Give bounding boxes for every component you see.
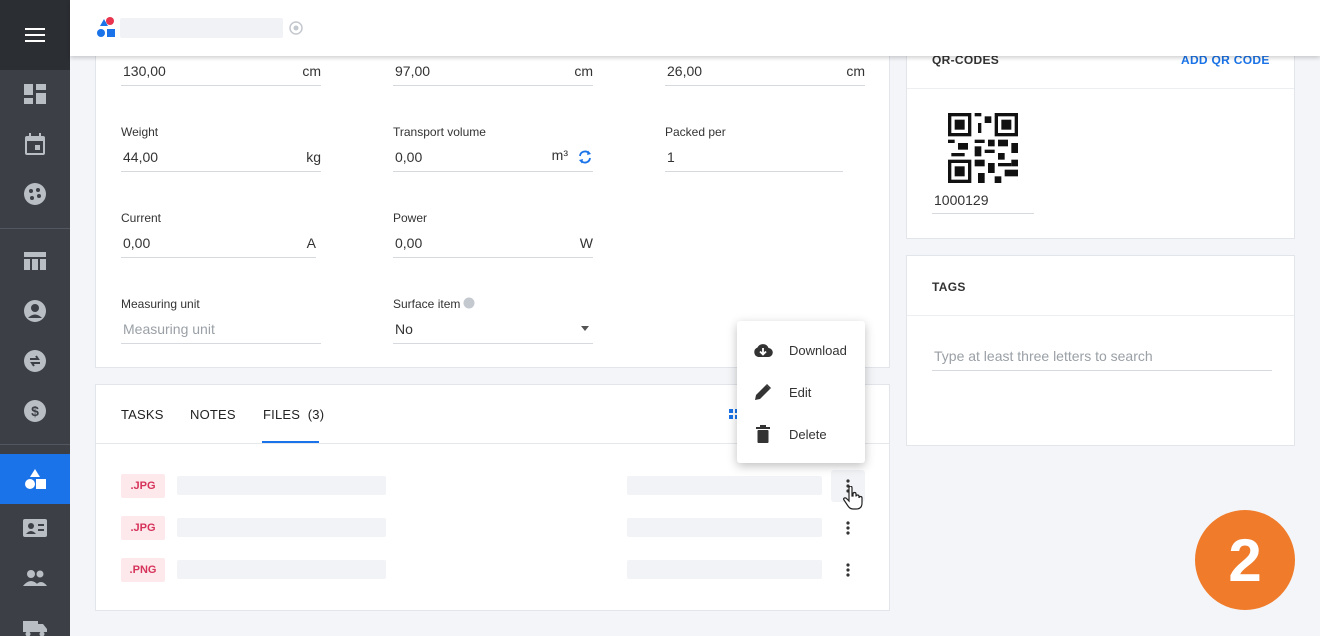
packed-per-value: 1 [667, 149, 675, 165]
sidebar-item-shipping[interactable] [0, 603, 70, 636]
sidebar-item-table[interactable] [0, 236, 70, 286]
sidebar-item-dashboard[interactable] [0, 69, 70, 119]
calendar-icon [25, 133, 45, 155]
tab-notes[interactable]: NOTES [190, 407, 236, 422]
sidebar: $ [0, 0, 70, 636]
menu-item-delete-label: Delete [789, 426, 827, 442]
tab-tasks[interactable]: TASKS [121, 407, 164, 422]
sidebar-item-contacts[interactable] [0, 503, 70, 553]
sidebar-item-calendar[interactable] [0, 119, 70, 169]
menu-item-edit[interactable]: Edit [737, 371, 865, 413]
file-name-placeholder [177, 560, 386, 579]
hamburger-icon [25, 28, 45, 42]
sidebar-item-transfer[interactable] [0, 336, 70, 386]
qr-code-image [948, 113, 1018, 183]
hand-cursor-icon [843, 486, 863, 510]
palette-icon [24, 183, 46, 205]
power-unit: W [579, 235, 593, 251]
more-vert-icon [846, 563, 850, 577]
tab-files[interactable]: FILES (3) [263, 407, 324, 422]
pencil-icon [755, 384, 771, 400]
power-label: Power [393, 211, 428, 225]
surface-item-value: No [395, 321, 413, 337]
table-icon [24, 252, 46, 270]
account-circle-icon [24, 300, 46, 322]
contact-card-icon [23, 519, 47, 537]
file-name-placeholder [177, 518, 386, 537]
file-ext-badge: .JPG [121, 516, 165, 540]
tags-header-divider [907, 315, 1294, 316]
dashboard-icon [24, 84, 46, 104]
svg-text:$: $ [31, 403, 39, 419]
packed-per-label: Packed per [665, 125, 726, 139]
people-icon [23, 570, 47, 586]
sidebar-item-palette[interactable] [0, 169, 70, 219]
tags-title: TAGS [932, 280, 966, 294]
transport-volume-value: 0,00 [395, 149, 423, 165]
measuring-unit-placeholder: Measuring unit [123, 321, 215, 337]
transport-volume-label: Transport volume [393, 125, 486, 139]
file-name-placeholder [177, 476, 386, 495]
sidebar-divider [0, 228, 70, 229]
width-value: 97,00 [395, 63, 431, 79]
cloud-download-icon [754, 344, 773, 358]
file-ext-badge: .JPG [121, 474, 165, 498]
file-menu-button[interactable] [831, 512, 865, 544]
step-number-badge: 2 [1195, 510, 1295, 610]
menu-item-delete[interactable]: Delete [737, 413, 865, 455]
app-logo-icon [97, 17, 115, 37]
sidebar-divider [0, 444, 70, 445]
qr-code-value: 1000129 [934, 192, 989, 208]
dropdown-arrow-icon [581, 326, 589, 331]
qr-codes-card: QR-CODES ADD QR CODE 1000129 [906, 40, 1295, 239]
menu-item-edit-label: Edit [789, 384, 812, 400]
page-title-placeholder [120, 18, 283, 38]
truck-icon [23, 621, 47, 636]
tags-card: TAGS Type at least three letters to sear… [906, 255, 1295, 446]
length-value: 130,00 [123, 63, 166, 79]
trash-icon [756, 425, 770, 443]
weight-value: 44,00 [123, 149, 159, 165]
more-vert-icon [846, 521, 850, 535]
clear-icon[interactable] [289, 21, 303, 35]
length-unit: cm [302, 63, 321, 79]
weight-label: Weight [121, 125, 159, 139]
current-unit: A [306, 235, 316, 251]
info-icon[interactable] [463, 297, 475, 309]
file-meta-placeholder [627, 560, 822, 579]
weight-unit: kg [306, 149, 321, 165]
width-unit: cm [574, 63, 593, 79]
qr-header-divider [907, 88, 1294, 89]
transport-volume-unit: m³ [551, 147, 568, 163]
sidebar-item-account[interactable] [0, 286, 70, 336]
height-value: 26,00 [667, 63, 703, 79]
measuring-unit-label: Measuring unit [121, 297, 200, 311]
file-context-menu: Download Edit Delete [737, 321, 865, 463]
dollar-icon: $ [24, 400, 46, 422]
power-value: 0,00 [395, 235, 423, 251]
current-label: Current [121, 211, 162, 225]
sidebar-item-people[interactable] [0, 553, 70, 603]
tab-files-count: (3) [307, 407, 325, 422]
shapes-icon [25, 469, 46, 489]
tab-files-label: FILES [263, 407, 301, 422]
height-unit: cm [846, 63, 865, 79]
file-meta-placeholder [627, 518, 822, 537]
file-menu-button[interactable] [831, 554, 865, 586]
menu-item-download-label: Download [789, 342, 847, 358]
transfer-icon [24, 350, 46, 372]
menu-toggle-button[interactable] [0, 0, 70, 70]
surface-item-label: Surface item [393, 297, 461, 311]
sidebar-item-items[interactable] [0, 454, 70, 504]
file-meta-placeholder [627, 476, 822, 495]
current-value: 0,00 [123, 235, 151, 251]
sidebar-item-finance[interactable]: $ [0, 386, 70, 436]
properties-card: 130,00 cm 97,00 cm 26,00 cm Weight 44,00… [95, 40, 890, 368]
top-bar [70, 0, 1320, 56]
file-ext-badge: .PNG [121, 558, 165, 582]
tags-search-placeholder: Type at least three letters to search [934, 348, 1153, 364]
menu-item-download[interactable]: Download [737, 329, 865, 371]
refresh-icon[interactable] [577, 149, 593, 165]
